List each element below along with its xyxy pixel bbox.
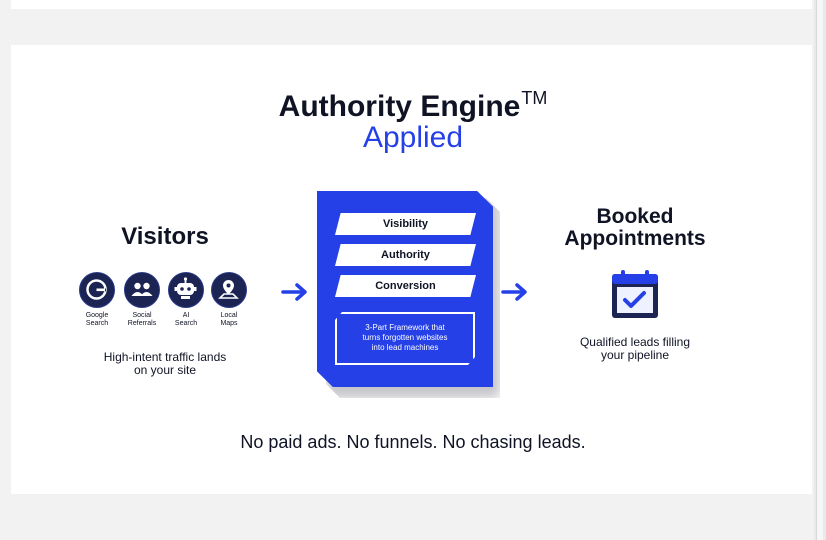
scrollbar[interactable]	[814, 0, 826, 540]
framework-description: 3-Part Framework that turns forgotten web…	[335, 312, 475, 365]
trademark-symbol: TM	[521, 88, 548, 108]
source-label-line2: Referrals	[127, 320, 157, 327]
source-label-line2: Search	[174, 320, 198, 327]
source-label-line2: Search	[85, 320, 109, 327]
framework-line2: turns forgotten websites	[362, 333, 448, 342]
map-pin-icon	[211, 272, 247, 308]
tier-authority: Authority	[335, 244, 476, 266]
framework-line3: into lead machines	[371, 343, 439, 352]
booked-caption-line1: Qualified leads filling	[579, 335, 691, 349]
source-maps: Local Maps	[205, 272, 253, 328]
visitors-caption-line2: on your site	[133, 363, 197, 377]
visitors-caption: High-intent traffic lands on your site	[80, 351, 250, 377]
source-label-line1: Google	[85, 312, 109, 319]
booked-heading-line2: Appointments	[564, 227, 706, 250]
source-label-line1: Local	[220, 312, 238, 319]
calendar-check-icon	[612, 270, 658, 318]
source-label-line1: AI	[182, 312, 190, 319]
source-social: Social Referrals	[118, 272, 166, 328]
google-icon	[79, 272, 115, 308]
robot-icon	[168, 272, 204, 308]
scrollbar-thumb[interactable]	[816, 0, 823, 540]
top-card	[11, 0, 812, 9]
source-ai: AI Search	[162, 272, 210, 328]
source-label-line1: Social	[132, 312, 152, 319]
diagram-subtitle: Applied	[362, 121, 464, 154]
tier-visibility: Visibility	[335, 213, 476, 235]
visitors-heading: Visitors	[121, 223, 209, 250]
arrow-right-icon	[281, 283, 307, 301]
visitors-caption-line1: High-intent traffic lands	[103, 350, 227, 364]
arrow-right-icon	[501, 283, 527, 301]
booked-heading: Booked Appointments	[555, 206, 715, 250]
framework-line1: 3-Part Framework that	[365, 323, 445, 332]
booked-caption-line2: your pipeline	[600, 348, 670, 362]
tier-conversion: Conversion	[335, 275, 476, 297]
source-label-line2: Maps	[220, 320, 238, 327]
footer-tagline: No paid ads. No funnels. No chasing lead…	[240, 432, 586, 452]
authority-engine-block: Visibility Authority Conversion 3-Part F…	[317, 191, 493, 387]
booked-heading-line1: Booked	[596, 205, 674, 228]
booked-caption: Qualified leads filling your pipeline	[560, 336, 710, 362]
diagram-title: Authority EngineTM	[0, 88, 826, 124]
source-google: Google Search	[73, 272, 121, 328]
people-icon	[124, 272, 160, 308]
title-text: Authority Engine	[278, 90, 521, 123]
